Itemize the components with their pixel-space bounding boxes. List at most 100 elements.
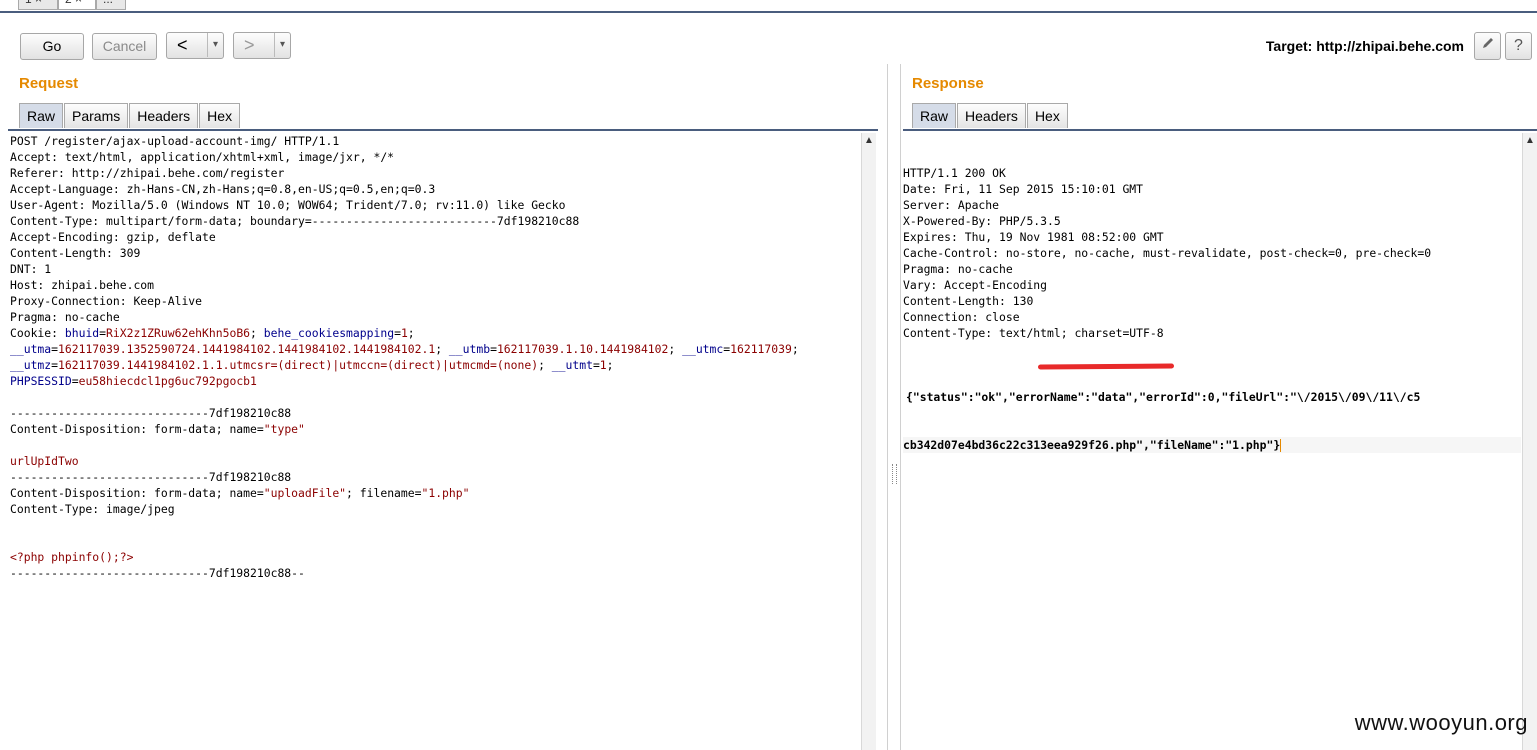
request-token: 1	[400, 326, 408, 340]
request-line: DNT: 1	[10, 261, 860, 277]
request-token: "1.php"	[421, 486, 470, 500]
request-token: =	[71, 374, 79, 388]
response-editor[interactable]: HTTP/1.1 200 OK Date: Fri, 11 Sep 2015 15…	[903, 133, 1521, 750]
tab-request-hex[interactable]: Hex	[199, 103, 241, 128]
response-json-line-1: {"status":"ok","errorName":"data","error…	[906, 390, 1421, 404]
edit-target-button[interactable]	[1474, 32, 1501, 60]
request-token: Content-Length: 309	[10, 246, 141, 260]
tab-strip-rule	[0, 11, 1537, 13]
request-token: Content-Disposition: form-data; name=	[10, 422, 264, 436]
request-token: Content-Disposition: form-data; name=	[10, 486, 264, 500]
request-line: __utma=162117039.1352590724.1441984102.1…	[10, 341, 860, 357]
request-token: Accept-Language: zh-Hans-CN,zh-Hans;q=0.…	[10, 182, 436, 196]
response-line: Date: Fri, 11 Sep 2015 15:10:01 GMT	[903, 182, 1144, 196]
tab-request-raw[interactable]: Raw	[19, 103, 64, 128]
chevron-down-icon[interactable]: ▾	[273, 33, 285, 57]
tab-response-hex[interactable]: Hex	[1026, 103, 1068, 128]
go-button[interactable]: Go	[20, 33, 84, 60]
request-token: __utma	[10, 342, 52, 356]
request-editor[interactable]: POST /register/ajax-upload-account-img/ …	[10, 133, 860, 750]
request-line: Accept-Language: zh-Hans-CN,zh-Hans;q=0.…	[10, 181, 860, 197]
scroll-up-icon[interactable]: ▲	[864, 135, 874, 146]
request-token: -----------------------------7df198210c8…	[10, 566, 305, 580]
chevron-down-icon[interactable]: ▾	[206, 33, 218, 57]
request-token: 162117039	[730, 342, 792, 356]
back-arrow-icon: <	[177, 35, 188, 55]
request-token: 162117039.1.10.1441984102	[496, 342, 669, 356]
request-tab-rule	[8, 129, 878, 131]
request-scrollbar[interactable]: ▲	[861, 133, 876, 750]
watermark: www.wooyun.org	[1354, 710, 1528, 735]
forward-button[interactable]: > ▾	[233, 32, 291, 59]
request-line: -----------------------------7df198210c8…	[10, 405, 860, 421]
request-line: Host: zhipai.behe.com	[10, 277, 860, 293]
request-token: 162117039.1352590724.1441984102.14419841…	[58, 342, 436, 356]
request-line: Accept-Encoding: gzip, deflate	[10, 229, 860, 245]
request-line: Content-Type: multipart/form-data; bound…	[10, 213, 860, 229]
request-line: Proxy-Connection: Keep-Alive	[10, 293, 860, 309]
request-token: ;	[250, 326, 264, 340]
request-token: Accept: text/html, application/xhtml+xml…	[10, 150, 395, 164]
split-divider[interactable]	[887, 64, 901, 750]
request-token: ;	[435, 342, 449, 356]
request-token: urlUpIdTwo	[10, 454, 79, 468]
request-token: POST /register/ajax-upload-account-img/ …	[10, 134, 340, 148]
response-tabs: Raw Headers Hex	[912, 103, 1069, 129]
response-scrollbar[interactable]: ▲	[1522, 133, 1537, 750]
response-line: Connection: close	[903, 310, 1020, 324]
request-line	[10, 437, 860, 453]
response-line: Expires: Thu, 19 Nov 1981 08:52:00 GMT	[903, 230, 1164, 244]
request-title: Request	[19, 75, 79, 92]
request-token: =	[51, 358, 59, 372]
response-line	[903, 341, 1521, 357]
repeater-tab-2[interactable]: 2 ×	[58, 0, 96, 10]
tab-response-headers[interactable]: Headers	[957, 103, 1026, 128]
scroll-up-icon[interactable]: ▲	[1525, 135, 1535, 146]
request-token: User-Agent: Mozilla/5.0 (Windows NT 10.0…	[10, 198, 566, 212]
help-icon: ?	[1514, 37, 1523, 54]
request-line: urlUpIdTwo	[10, 453, 860, 469]
response-json-line-2: cb342d07e4bd36c22c313eea929f26.php","fil…	[903, 437, 1521, 453]
response-line: X-Powered-By: PHP/5.3.5	[903, 214, 1061, 228]
tab-request-headers[interactable]: Headers	[129, 103, 199, 128]
response-line: Content-Length: 130	[903, 294, 1034, 308]
request-token: RiX2z1ZRuw62ehKhn5oB6	[106, 326, 251, 340]
request-token: <?php phpinfo();?>	[10, 550, 134, 564]
request-token: behe_cookiesmapping	[263, 326, 395, 340]
request-token: DNT: 1	[10, 262, 52, 276]
text-caret	[1280, 439, 1282, 452]
request-line: -----------------------------7df198210c8…	[10, 565, 860, 581]
request-line: Pragma: no-cache	[10, 309, 860, 325]
request-line: Content-Disposition: form-data; name="up…	[10, 485, 860, 501]
request-token: ;	[791, 342, 799, 356]
response-line: Cache-Control: no-store, no-cache, must-…	[903, 246, 1432, 260]
request-token: "uploadFile"	[263, 486, 347, 500]
request-token: ;	[407, 326, 415, 340]
request-line	[10, 517, 860, 533]
repeater-tab-more[interactable]: ...	[96, 0, 126, 10]
tab-response-raw[interactable]: Raw	[912, 103, 957, 128]
request-line: Cookie: bhuid=RiX2z1ZRuw62ehKhn5oB6; beh…	[10, 325, 860, 341]
response-tab-rule	[903, 129, 1537, 131]
tab-request-params[interactable]: Params	[64, 103, 129, 128]
repeater-tab-1[interactable]: 1 ×	[18, 0, 58, 10]
request-token: "type"	[263, 422, 305, 436]
request-token: eu58hiecdcl1pg6uc792pgocb1	[78, 374, 257, 388]
request-token: Content-Type: multipart/form-data; bound…	[10, 214, 580, 228]
help-button[interactable]: ?	[1505, 32, 1532, 60]
request-token: =	[51, 342, 59, 356]
request-line: Referer: http://zhipai.behe.com/register	[10, 165, 860, 181]
request-line: Content-Disposition: form-data; name="ty…	[10, 421, 860, 437]
response-json-text: cb342d07e4bd36c22c313eea929f26.php","fil…	[903, 438, 1281, 452]
request-line: User-Agent: Mozilla/5.0 (Windows NT 10.0…	[10, 197, 860, 213]
response-title: Response	[912, 75, 984, 92]
request-line	[10, 389, 860, 405]
repeater-tab-strip: 1 × 2 × ...	[0, 0, 1537, 13]
request-token: =	[592, 358, 600, 372]
cancel-button[interactable]: Cancel	[92, 33, 157, 60]
response-line: Content-Type: text/html; charset=UTF-8	[903, 326, 1164, 340]
back-button[interactable]: < ▾	[166, 32, 224, 59]
request-token: __utmb	[448, 342, 491, 356]
divider-grip[interactable]	[892, 464, 897, 484]
request-token: Content-Type: image/jpeg	[10, 502, 175, 516]
